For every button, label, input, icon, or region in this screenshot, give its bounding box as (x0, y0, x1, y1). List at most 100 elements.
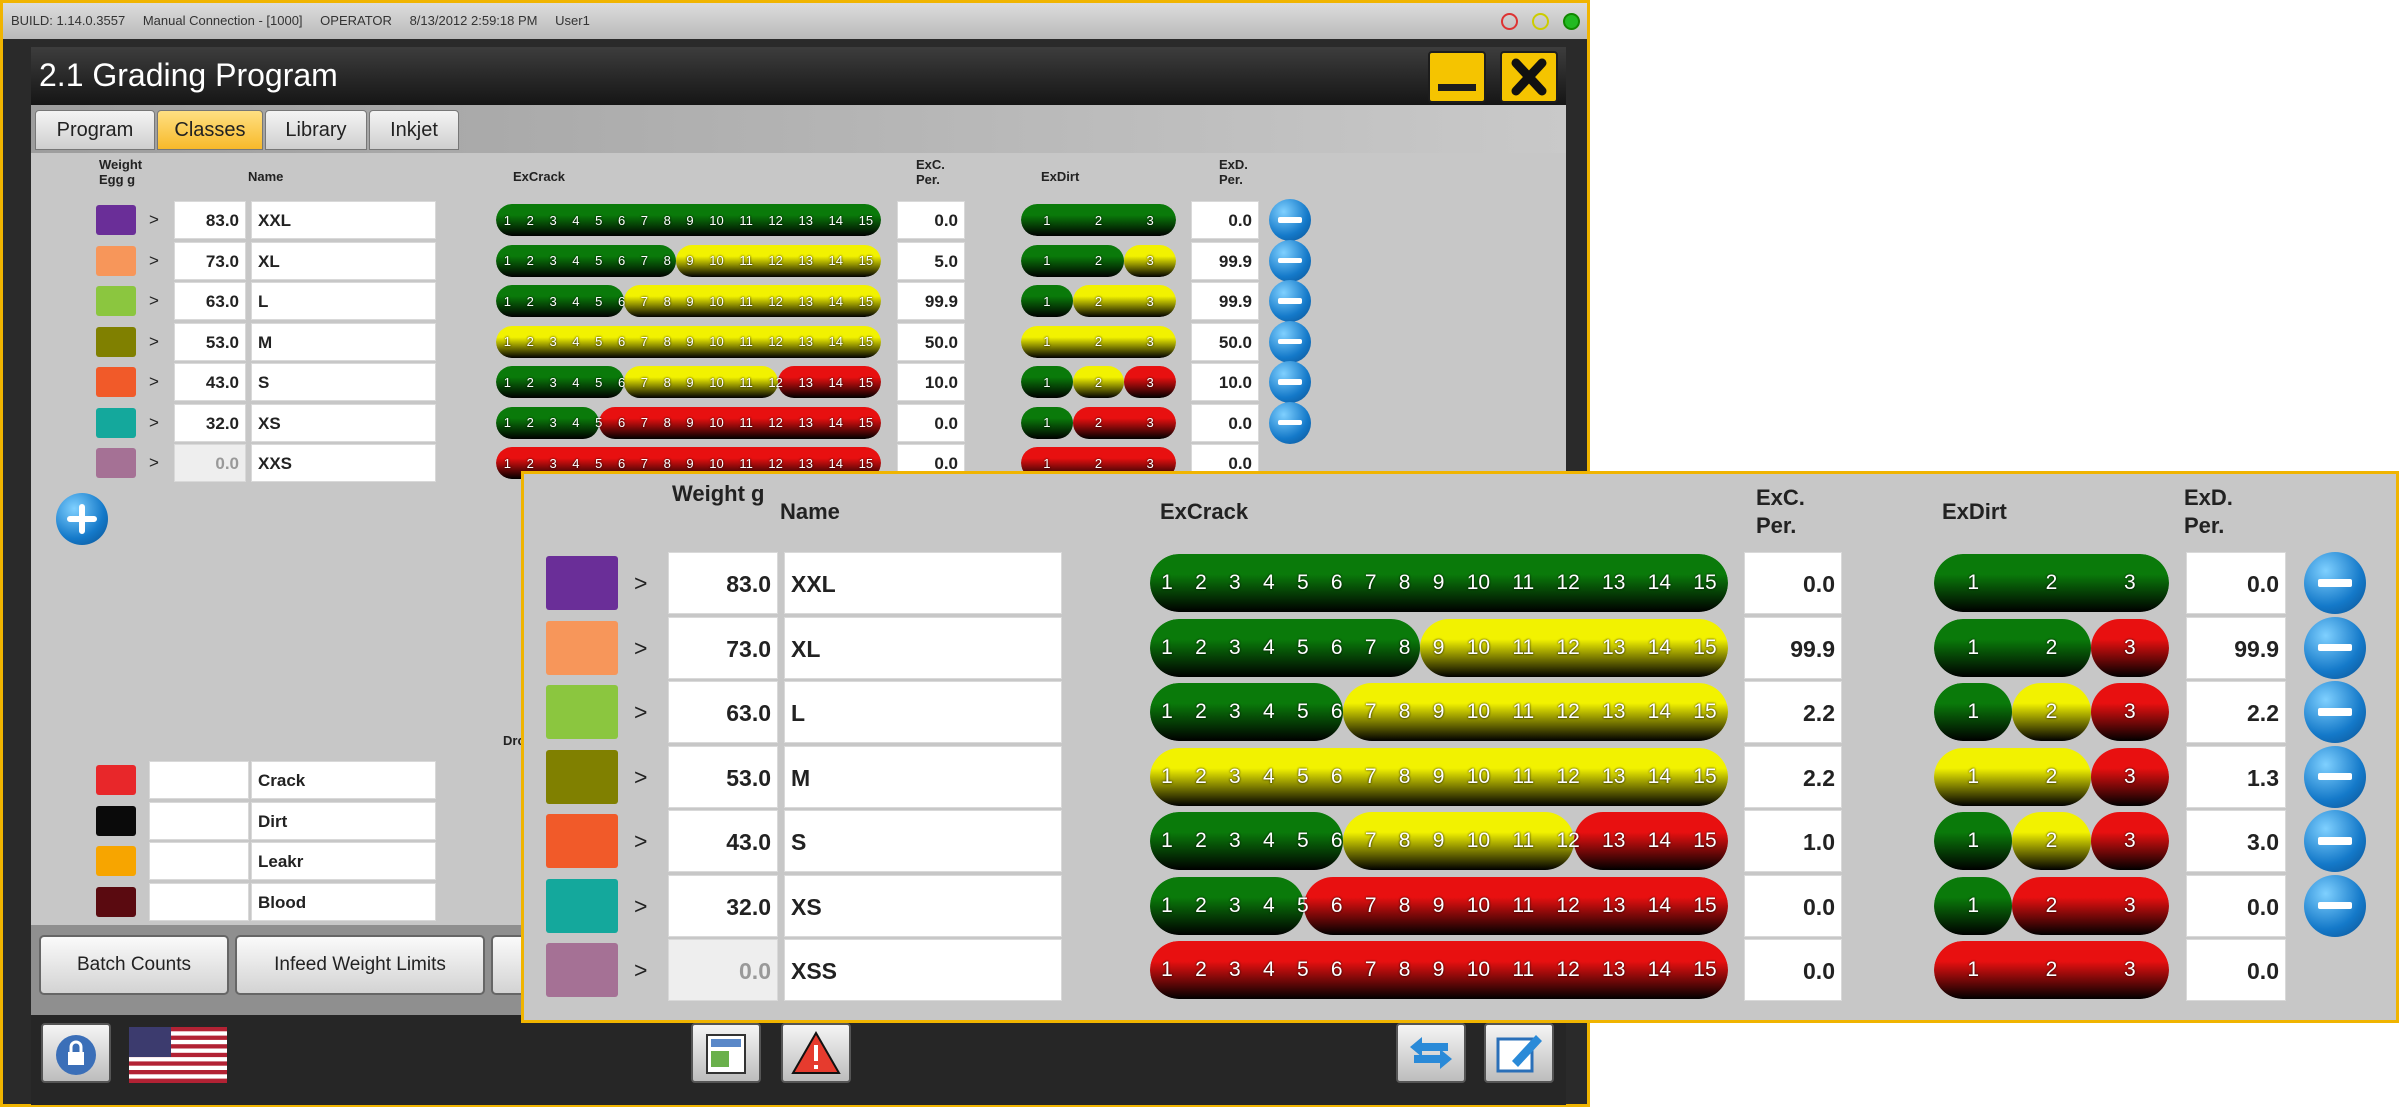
exdirt-slider[interactable]: 1 2 3 (1934, 812, 2169, 870)
class-color-swatch[interactable] (96, 205, 136, 235)
class-color-swatch[interactable] (96, 245, 136, 276)
name-input[interactable]: L (251, 282, 436, 320)
class-color-swatch[interactable] (546, 620, 618, 675)
weight-input[interactable]: 32.0 (174, 403, 246, 442)
exdirt-slider[interactable]: 1 2 3 (1934, 747, 2169, 806)
defect-color-swatch[interactable] (96, 805, 136, 836)
name-input[interactable]: XXL (784, 552, 1062, 614)
name-input[interactable]: XXS (251, 444, 436, 482)
minimize-button[interactable] (1428, 51, 1486, 103)
exdirt-slider[interactable]: 1 2 3 (1021, 204, 1176, 236)
exdirt-slider[interactable]: 1 2 3 (1934, 941, 2169, 999)
close-button[interactable] (1500, 51, 1558, 103)
exdirt-percent-input[interactable]: 2.2 (2186, 681, 2286, 743)
exdirt-slider[interactable]: 1 2 3 (1021, 285, 1176, 317)
remove-class-button[interactable] (1269, 361, 1311, 403)
weight-input[interactable]: 0.0 (174, 444, 246, 482)
exdirt-slider[interactable]: 1 2 3 (1934, 683, 2169, 741)
transfer-button[interactable] (1396, 1023, 1466, 1083)
weight-input[interactable]: 43.0 (668, 810, 778, 872)
weight-input[interactable]: 32.0 (668, 874, 778, 937)
remove-class-button[interactable] (2304, 616, 2366, 679)
tab-library[interactable]: Library (265, 110, 367, 150)
defect-color-swatch[interactable] (96, 765, 136, 795)
exdirt-percent-input[interactable]: 1.3 (2186, 745, 2286, 808)
exdirt-slider[interactable]: 1 2 3 (1021, 325, 1176, 358)
window-minimize-dot-icon[interactable] (1532, 13, 1549, 30)
defect-color-swatch[interactable] (96, 886, 136, 917)
exdirt-percent-input[interactable]: 0.0 (2186, 874, 2286, 937)
name-input[interactable]: XXL (251, 201, 436, 239)
class-color-swatch[interactable] (546, 814, 618, 868)
name-input[interactable]: S (251, 363, 436, 401)
exdirt-percent-input[interactable]: 0.0 (2186, 552, 2286, 614)
window-maximize-dot-icon[interactable] (1563, 13, 1580, 30)
excrack-percent-input[interactable]: 10.0 (897, 363, 965, 401)
class-color-swatch[interactable] (96, 367, 136, 397)
exdirt-percent-input[interactable]: 50.0 (1191, 322, 1259, 361)
excrack-slider[interactable]: 1 2 3 4 5 6 7 8 9 10 11 12 13 14 15 (1150, 747, 1728, 806)
weight-input[interactable]: 83.0 (668, 552, 778, 614)
edit-button[interactable] (1484, 1023, 1554, 1083)
class-color-swatch[interactable] (96, 407, 136, 438)
excrack-percent-input[interactable]: 2.2 (1744, 745, 1842, 808)
tab-classes[interactable]: Classes (157, 110, 263, 150)
excrack-slider[interactable]: 1 2 3 4 5 6 7 8 9 10 11 12 13 14 15 (1150, 554, 1728, 612)
name-input[interactable]: XL (784, 616, 1062, 679)
excrack-slider[interactable]: 1 2 3 4 5 6 7 8 9 10 11 12 13 14 15 (496, 244, 881, 277)
weight-input[interactable]: 0.0 (668, 939, 778, 1001)
remove-class-button[interactable] (2304, 552, 2366, 614)
class-color-swatch[interactable] (546, 556, 618, 610)
class-color-swatch[interactable] (96, 326, 136, 357)
name-input[interactable]: XS (251, 403, 436, 442)
exdirt-slider[interactable]: 1 2 3 (1934, 618, 2169, 677)
exdirt-percent-input[interactable]: 99.9 (1191, 241, 1259, 280)
class-color-swatch[interactable] (546, 685, 618, 739)
weight-input[interactable]: 43.0 (174, 363, 246, 401)
excrack-slider[interactable]: 1 2 3 4 5 6 7 8 9 10 11 12 13 14 15 (496, 406, 881, 439)
excrack-percent-input[interactable]: 0.0 (1744, 874, 1842, 937)
name-input[interactable]: L (784, 681, 1062, 743)
infeed-weight-limits-button[interactable]: Infeed Weight Limits (235, 935, 485, 995)
exdirt-slider[interactable]: 1 2 3 (1021, 244, 1176, 277)
remove-class-button[interactable] (1269, 280, 1311, 322)
excrack-slider[interactable]: 1 2 3 4 5 6 7 8 9 10 11 12 13 14 15 (496, 366, 881, 398)
excrack-slider[interactable]: 1 2 3 4 5 6 7 8 9 10 11 12 13 14 15 (1150, 941, 1728, 999)
exdirt-percent-input[interactable]: 0.0 (1191, 403, 1259, 442)
excrack-slider[interactable]: 1 2 3 4 5 6 7 8 9 10 11 12 13 14 15 (496, 204, 881, 236)
name-input[interactable]: S (784, 810, 1062, 872)
remove-class-button[interactable] (1269, 199, 1311, 241)
excrack-percent-input[interactable]: 0.0 (1744, 552, 1842, 614)
excrack-slider[interactable]: 1 2 3 4 5 6 7 8 9 10 11 12 13 14 15 (1150, 618, 1728, 677)
class-color-swatch[interactable] (546, 878, 618, 933)
weight-input[interactable]: 73.0 (668, 616, 778, 679)
language-button[interactable] (129, 1027, 227, 1083)
exdirt-percent-input[interactable]: 99.9 (1191, 282, 1259, 320)
batch-counts-button[interactable]: Batch Counts (39, 935, 229, 995)
exdirt-slider[interactable]: 1 2 3 (1021, 366, 1176, 398)
weight-input[interactable]: 63.0 (668, 681, 778, 743)
exdirt-slider[interactable]: 1 2 3 (1021, 406, 1176, 439)
exdirt-percent-input[interactable]: 99.9 (2186, 616, 2286, 679)
weight-input[interactable]: 53.0 (174, 322, 246, 361)
weight-input[interactable]: 73.0 (174, 241, 246, 280)
report-button[interactable] (691, 1023, 761, 1083)
name-input[interactable]: M (251, 322, 436, 361)
weight-input[interactable]: 53.0 (668, 745, 778, 808)
class-color-swatch[interactable] (546, 943, 618, 997)
excrack-percent-input[interactable]: 5.0 (897, 241, 965, 280)
name-input[interactable]: XS (784, 874, 1062, 937)
remove-class-button[interactable] (2304, 810, 2366, 872)
name-input[interactable]: XL (251, 241, 436, 280)
window-close-dot-icon[interactable] (1501, 13, 1518, 30)
exdirt-percent-input[interactable]: 3.0 (2186, 810, 2286, 872)
name-input[interactable]: XSS (784, 939, 1062, 1001)
excrack-percent-input[interactable]: 0.0 (897, 201, 965, 239)
remove-class-button[interactable] (2304, 745, 2366, 808)
tab-inkjet[interactable]: Inkjet (369, 110, 459, 150)
remove-class-button[interactable] (1269, 239, 1311, 282)
excrack-slider[interactable]: 1 2 3 4 5 6 7 8 9 10 11 12 13 14 15 (1150, 683, 1728, 741)
class-color-swatch[interactable] (546, 749, 618, 804)
remove-class-button[interactable] (2304, 874, 2366, 937)
excrack-slider[interactable]: 1 2 3 4 5 6 7 8 9 10 11 12 13 14 15 (1150, 876, 1728, 935)
